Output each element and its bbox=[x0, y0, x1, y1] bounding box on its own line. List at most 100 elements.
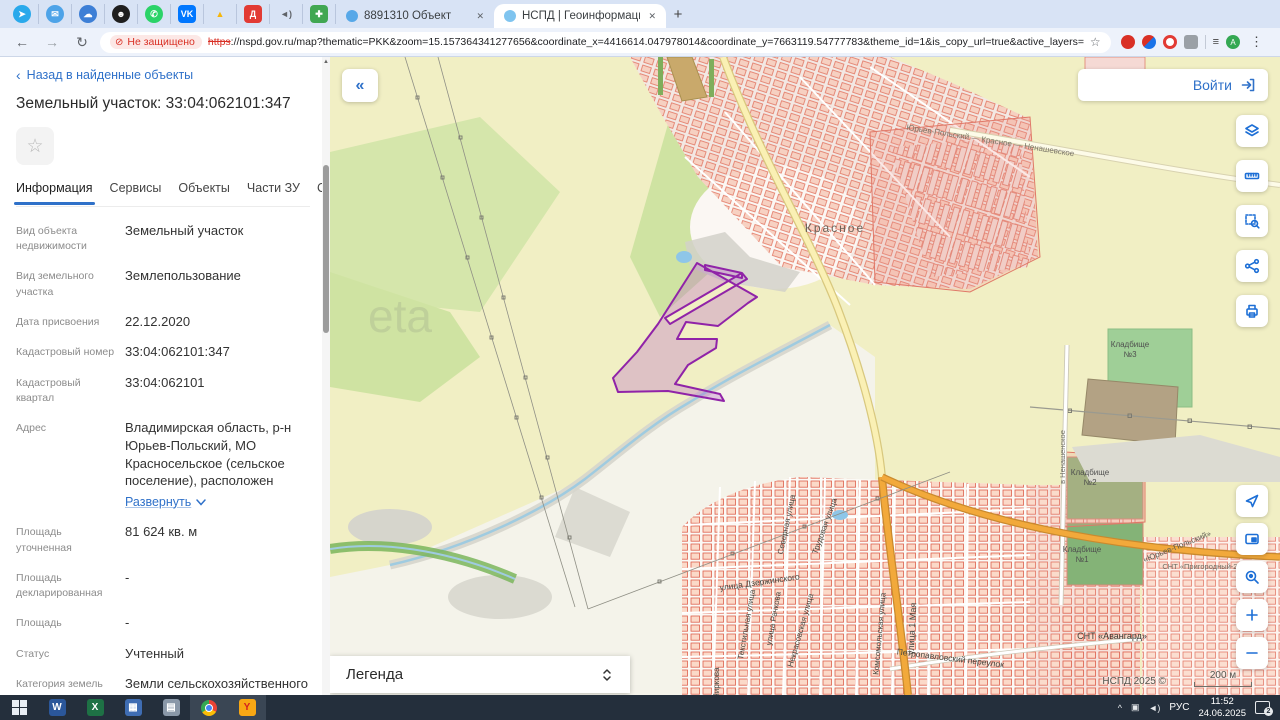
url-text: https://nspd.gov.ru/map?thematic=PKK&zoo… bbox=[208, 36, 1084, 48]
green-app-icon[interactable]: ✚ bbox=[310, 5, 328, 23]
login-label: Войти bbox=[1193, 77, 1232, 93]
new-tab-button[interactable]: + bbox=[666, 2, 690, 26]
taskbar-word-icon: W bbox=[49, 699, 66, 716]
tab-services[interactable]: Сервисы bbox=[110, 181, 162, 195]
tab-information[interactable]: Информация bbox=[16, 181, 93, 195]
map-label: в Ненашенское bbox=[1058, 430, 1067, 484]
locate-me-button[interactable] bbox=[1236, 485, 1268, 517]
dzen-icon[interactable]: Д bbox=[244, 5, 262, 23]
collapse-panel-button[interactable]: « bbox=[342, 69, 378, 102]
tray-volume-icon[interactable]: ◄) bbox=[1149, 703, 1161, 713]
browser-menu-icon[interactable]: ⋮ bbox=[1247, 34, 1266, 50]
date: 24.06.2025 bbox=[1198, 708, 1246, 719]
tab-object[interactable]: 8891310 Объект ✕ bbox=[336, 4, 494, 28]
legend-panel[interactable]: Легенда bbox=[330, 656, 630, 693]
reload-icon[interactable]: ↻ bbox=[70, 34, 94, 51]
scale-bar: 200 м bbox=[1194, 670, 1252, 687]
speaker-tab-icon[interactable]: ◄) bbox=[277, 5, 295, 23]
not-secure-label: Не защищено bbox=[127, 36, 195, 48]
map-canvas[interactable]: КрасноеЮрьев-Польский — Красное — Ненаше… bbox=[330, 57, 1280, 695]
not-secure-icon: ⊘ bbox=[115, 37, 123, 48]
taskbar-excel[interactable]: X bbox=[76, 695, 114, 720]
chrome-icon bbox=[201, 700, 217, 716]
tab-parts[interactable]: Части ЗУ bbox=[247, 181, 300, 195]
taskbar-app-blue-icon: ▦ bbox=[125, 699, 142, 716]
taskbar-app-doc[interactable]: ▤ bbox=[152, 695, 190, 720]
security-badge[interactable]: ⊘ Не защищено bbox=[110, 35, 202, 49]
taskbar-chrome[interactable] bbox=[190, 695, 228, 720]
minimap-button[interactable] bbox=[1236, 523, 1268, 555]
zoom-out-button[interactable] bbox=[1236, 637, 1268, 669]
share-button[interactable] bbox=[1236, 250, 1268, 282]
fields-list: Вид объекта недвижимостиЗемельный участо… bbox=[16, 207, 310, 695]
taskbar-yandex[interactable]: Y bbox=[228, 695, 266, 720]
tab-objects[interactable]: Объекты bbox=[178, 181, 230, 195]
taskbar-app-doc-icon: ▤ bbox=[163, 699, 180, 716]
area-select-icon bbox=[1244, 213, 1260, 229]
tab-close-icon[interactable]: ✕ bbox=[474, 11, 486, 22]
login-button[interactable]: Войти bbox=[1078, 69, 1268, 101]
drive-icon[interactable]: ▲ bbox=[211, 5, 229, 23]
panel-scrollbar[interactable]: ▲ bbox=[322, 57, 330, 695]
field-row: Площадь уточненная81 624 кв. м bbox=[16, 523, 310, 555]
cloud-app-icon[interactable]: ☁ bbox=[79, 5, 97, 23]
action-center-icon[interactable]: 2 bbox=[1255, 701, 1270, 714]
address-bar[interactable]: ⊘ Не защищено https://nspd.gov.ru/map?th… bbox=[100, 32, 1111, 53]
tab-nspd-active[interactable]: НСПД | Геоинформационный ✕ bbox=[494, 4, 666, 28]
language-indicator[interactable]: РУС bbox=[1169, 702, 1189, 713]
ext-shield-icon[interactable] bbox=[1121, 35, 1135, 49]
vk-icon[interactable]: VK bbox=[178, 5, 196, 23]
tab-close-icon[interactable]: ✕ bbox=[646, 11, 658, 22]
forward-icon[interactable]: → bbox=[40, 34, 64, 50]
taskbar-app-blue[interactable]: ▦ bbox=[114, 695, 152, 720]
measure-button[interactable] bbox=[1236, 160, 1268, 192]
scrollbar-thumb[interactable] bbox=[323, 165, 329, 333]
print-button[interactable] bbox=[1236, 295, 1268, 327]
time: 11:52 bbox=[1211, 696, 1234, 707]
zoom-in-button[interactable] bbox=[1236, 599, 1268, 631]
back-to-results-link[interactable]: ‹ Назад в найденные объекты bbox=[16, 67, 310, 83]
expand-address-link[interactable]: Развернуть bbox=[125, 494, 310, 511]
map-label: Чиркова bbox=[712, 667, 721, 695]
chevron-left-icon: ‹ bbox=[16, 67, 21, 83]
tray-expand-icon[interactable]: ^ bbox=[1118, 703, 1122, 713]
field-row: Площадь- bbox=[16, 614, 310, 632]
map-base: КрасноеЮрьев-Польский — Красное — Ненаше… bbox=[330, 57, 1280, 695]
url-scheme: https bbox=[208, 36, 231, 48]
back-icon[interactable]: ← bbox=[10, 34, 34, 50]
whatsapp-icon[interactable]: ✆ bbox=[145, 5, 163, 23]
map-label: eta bbox=[368, 290, 432, 342]
taskbar-word[interactable]: W bbox=[38, 695, 76, 720]
map-tools-top bbox=[1236, 115, 1268, 327]
mail-icon[interactable]: ✉ bbox=[46, 5, 64, 23]
ruler-icon bbox=[1244, 168, 1260, 184]
expand-collapse-icon[interactable] bbox=[600, 667, 614, 683]
area-select-button[interactable] bbox=[1236, 205, 1268, 237]
telegram-icon[interactable]: ➤ bbox=[13, 5, 31, 23]
ext-green-icon[interactable]: A bbox=[1226, 35, 1240, 49]
tab-favicon bbox=[504, 10, 516, 22]
ext-redblue-icon[interactable] bbox=[1142, 35, 1156, 49]
ext-opera-icon[interactable] bbox=[1163, 35, 1177, 49]
minimap-icon bbox=[1244, 531, 1260, 547]
map-label: Красное bbox=[805, 221, 865, 235]
map-attribution: НСПД 2025 © 200 м bbox=[1102, 670, 1252, 687]
map-label: №3 bbox=[1123, 350, 1137, 359]
page-title: Земельный участок: 33:04:062101:347 bbox=[16, 95, 310, 113]
tray-network-icon[interactable]: ▣ bbox=[1131, 702, 1140, 713]
extensions-area: ≡ A ⋮ bbox=[1117, 34, 1270, 50]
favorite-star-button[interactable]: ☆ bbox=[16, 127, 54, 165]
start-button[interactable] bbox=[0, 695, 38, 720]
incognito-icon[interactable]: ☻ bbox=[112, 5, 130, 23]
system-tray: ^ ▣ ◄) РУС 11:52 24.06.2025 2 bbox=[1118, 695, 1280, 720]
bookmark-star-icon[interactable]: ☆ bbox=[1090, 35, 1101, 49]
screen: ➤ ✉ ☁ ☻ ✆ VK ▲ Д ◄) ✚ 8891310 Объект ✕ НСПД | Гео… bbox=[0, 0, 1280, 720]
scroll-up-icon[interactable]: ▲ bbox=[322, 59, 330, 65]
clock[interactable]: 11:52 24.06.2025 bbox=[1198, 696, 1246, 720]
chevron-down-icon bbox=[196, 499, 206, 506]
back-link-label: Назад в найденные объекты bbox=[27, 68, 193, 82]
search-location-button[interactable] bbox=[1236, 561, 1268, 593]
layers-button[interactable] bbox=[1236, 115, 1268, 147]
extensions-puzzle-icon[interactable] bbox=[1184, 35, 1198, 49]
reading-list-icon[interactable]: ≡ bbox=[1213, 36, 1219, 48]
